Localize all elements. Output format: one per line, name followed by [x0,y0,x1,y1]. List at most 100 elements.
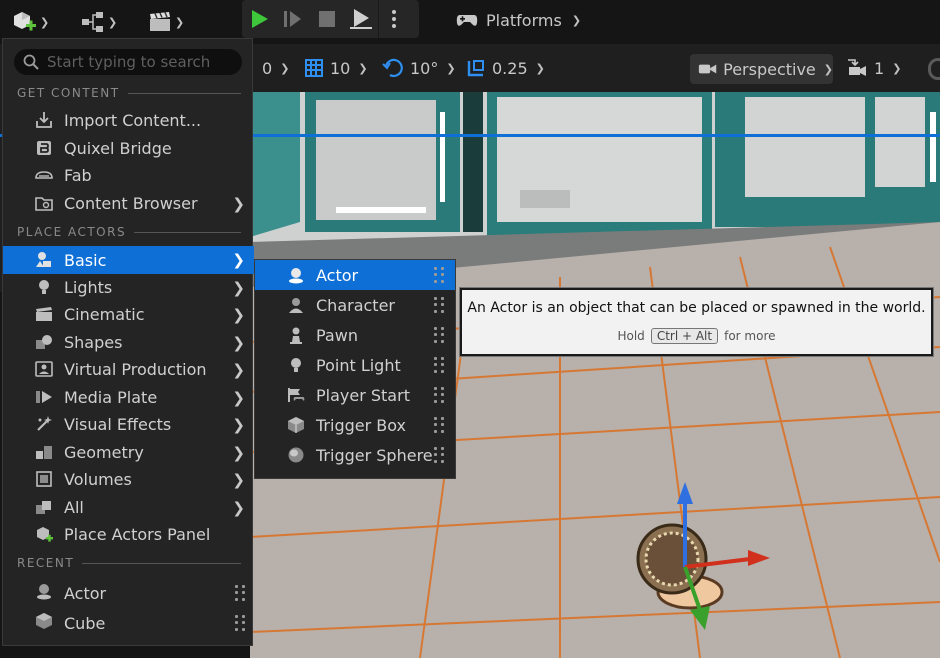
menu-item-basic[interactable]: Basic ❯ [3,246,254,274]
menu-item-shapes[interactable]: Shapes ❯ [3,329,254,356]
menu-item-label: Lights [64,278,113,297]
chevron-right-icon: ❯ [232,194,245,213]
submenu-item-point-light[interactable]: Point Light [255,350,455,380]
point-light-icon [286,355,306,375]
camera-icon [698,64,717,74]
chevron-down-icon: ❯ [175,15,185,29]
camera-speed-dropdown[interactable]: 1 ❯ [846,44,901,92]
drag-handle-icon[interactable] [434,297,444,313]
submenu-item-label: Player Start [316,385,410,405]
menu-item-cinematic[interactable]: Cinematic ❯ [3,301,254,328]
chevron-right-icon: ❯ [232,443,245,462]
section-recent: RECENT [17,554,241,572]
menu-item-label: Place Actors Panel [64,525,211,544]
menu-item-media-plate[interactable]: Media Plate ❯ [3,384,254,411]
menu-item-lights[interactable]: Lights ❯ [3,274,254,301]
basic-shapes-icon [34,249,54,269]
volumes-icon [34,469,54,489]
submenu-item-label: Character [316,295,395,315]
menu-item-fab[interactable]: Fab [3,162,254,189]
visual-effects-icon [34,414,54,434]
scale-snap-dropdown[interactable]: 0.25 ❯ [466,44,545,92]
import-icon [34,110,54,130]
advance-frame-button[interactable] [276,0,310,38]
chevron-right-icon: ❯ [232,388,245,407]
virtual-production-icon [34,359,54,379]
submenu-item-player-start[interactable]: Player Start [255,380,455,410]
chevron-right-icon: ❯ [232,415,245,434]
gamepad-icon [456,15,478,26]
menu-item-label: Visual Effects [64,415,172,434]
section-get-content: GET CONTENT [17,84,241,102]
pawn-icon [286,325,306,345]
camera-speed-icon [848,59,866,76]
stop-icon [319,11,335,27]
fab-icon [34,165,54,185]
search-icon [23,54,39,70]
bridge-icon [34,138,54,158]
menu-item-label: Shapes [64,333,123,352]
drag-handle-icon[interactable] [434,327,444,343]
drag-handle-icon[interactable] [434,387,444,403]
submenu-item-trigger-box[interactable]: Trigger Box [255,410,455,440]
submenu-item-trigger-sphere[interactable]: Trigger Sphere [255,440,455,470]
tooltip-hold-label: Hold [617,329,645,343]
basic-submenu: Actor Character Pawn Point Light Player … [254,259,456,479]
actor-tooltip: An Actor is an object that can be placed… [460,288,933,356]
menu-item-recent-actor[interactable]: Actor [3,578,254,608]
menu-item-import-content[interactable]: Import Content... [3,107,254,134]
chevron-down-icon: ❯ [280,61,290,75]
eject-icon [350,9,372,29]
drag-handle-icon[interactable] [434,267,444,283]
search-box[interactable] [14,49,242,75]
platforms-button[interactable]: Platforms ❯ [456,4,581,36]
trigger-sphere-icon [286,445,306,465]
section-title: RECENT [17,556,75,570]
eject-button[interactable] [344,0,378,38]
drag-handle-icon[interactable] [235,615,245,631]
play-controls [242,0,419,38]
perspective-dropdown[interactable]: Perspective ❯ [690,54,833,84]
menu-item-all[interactable]: All ❯ [3,494,254,521]
stop-button[interactable] [310,0,344,38]
drag-handle-icon[interactable] [235,585,245,601]
shapes-icon [34,332,54,352]
actor-icon [286,265,306,285]
menu-item-recent-cube[interactable]: Cube [3,608,254,638]
search-input[interactable] [47,53,237,71]
play-button[interactable] [242,0,276,38]
menu-item-label: Fab [64,166,92,185]
play-options-button[interactable] [378,0,408,38]
grid-snap-dropdown[interactable]: 10 ❯ [304,44,368,92]
submenu-item-pawn[interactable]: Pawn [255,320,455,350]
media-plate-icon [34,387,54,407]
menu-item-label: Content Browser [64,194,198,213]
menu-item-geometry[interactable]: Geometry ❯ [3,439,254,466]
submenu-item-character[interactable]: Character [255,290,455,320]
menu-item-quixel-bridge[interactable]: Quixel Bridge [3,135,254,162]
geometry-icon [34,442,54,462]
content-browser-icon [34,193,54,213]
viewport-options-icon[interactable] [928,58,940,80]
submenu-item-label: Point Light [316,355,401,375]
platforms-label: Platforms [486,10,562,30]
menu-item-label: Import Content... [64,111,202,130]
drag-handle-icon[interactable] [434,447,444,463]
menu-item-volumes[interactable]: Volumes ❯ [3,466,254,493]
add-actor-icon [14,12,36,31]
menu-item-place-actors-panel[interactable]: Place Actors Panel [3,521,254,548]
grid-snap-value: 10 [330,58,351,78]
menu-item-virtual-production[interactable]: Virtual Production ❯ [3,356,254,383]
scale-snap-value: 0.25 [492,58,528,78]
chevron-down-icon: ❯ [892,61,902,75]
drag-handle-icon[interactable] [434,417,444,433]
submenu-item-label: Pawn [316,325,358,345]
rotation-snap-value: 10° [410,58,439,78]
drag-handle-icon[interactable] [434,357,444,373]
menu-item-visual-effects[interactable]: Visual Effects ❯ [3,411,254,438]
submenu-item-actor[interactable]: Actor [255,260,455,290]
tooltip-hint: Hold Ctrl + Alt for more [462,328,931,344]
menu-item-content-browser[interactable]: Content Browser ❯ [3,190,254,217]
angle-snap-dropdown[interactable]: 0 ❯ [262,44,289,92]
rotation-snap-dropdown[interactable]: 10° ❯ [382,44,456,92]
